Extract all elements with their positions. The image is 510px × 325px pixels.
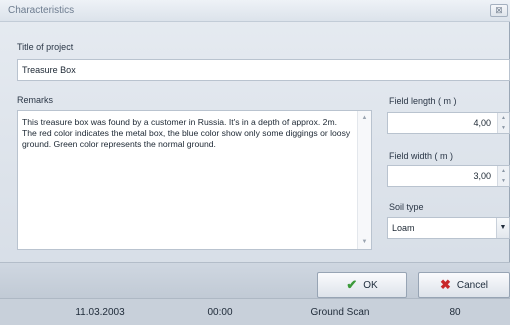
close-button[interactable]: ⊠	[490, 4, 508, 17]
soil-type-value: Loam	[392, 223, 415, 233]
field-width-label: Field width ( m )	[389, 151, 454, 161]
row-time: 00:00	[207, 307, 233, 318]
row-type: Ground Scan	[310, 307, 370, 318]
remarks-textarea[interactable]: This treasure box was found by a custome…	[17, 110, 372, 250]
soil-type-label: Soil type	[389, 202, 424, 212]
remarks-text: This treasure box was found by a custome…	[22, 117, 351, 149]
x-icon: ✖	[439, 277, 451, 292]
row-date: 11.03.2003	[75, 307, 125, 318]
remarks-scrollbar[interactable]: ▲ ▼	[357, 111, 371, 249]
field-length-label: Field length ( m )	[389, 96, 457, 106]
field-width-value: 3,00	[473, 171, 491, 181]
spin-down-icon[interactable]: ▼	[498, 176, 509, 186]
dialog-title: Characteristics	[8, 5, 75, 16]
close-icon: ⊠	[495, 5, 503, 15]
project-title-input[interactable]: Treasure Box	[17, 59, 510, 81]
remarks-label: Remarks	[17, 95, 54, 105]
field-length-value: 4,00	[473, 118, 491, 128]
cancel-label: Cancel	[456, 279, 489, 291]
dialog-button-bar: ✔ OK ✖ Cancel	[0, 262, 510, 298]
ok-button[interactable]: ✔ OK	[317, 272, 407, 298]
table-row[interactable]: 11.03.2003 00:00 Ground Scan 80	[0, 298, 510, 325]
row-value: 80	[449, 307, 461, 318]
field-length-input[interactable]: 4,00 ▲ ▼	[387, 112, 510, 134]
characteristics-dialog: Characteristics ⊠ Title of project Treas…	[0, 0, 510, 298]
scroll-up-icon[interactable]: ▲	[358, 113, 371, 123]
chevron-down-icon[interactable]: ▼	[496, 218, 509, 238]
dialog-titlebar[interactable]: Characteristics ⊠	[0, 0, 510, 22]
cancel-button[interactable]: ✖ Cancel	[418, 272, 510, 298]
spin-down-icon[interactable]: ▼	[498, 123, 509, 133]
spin-up-icon[interactable]: ▲	[498, 166, 509, 176]
ok-label: OK	[363, 279, 378, 291]
field-length-spinner[interactable]: ▲ ▼	[497, 113, 509, 133]
project-title-label: Title of project	[17, 42, 74, 52]
field-width-input[interactable]: 3,00 ▲ ▼	[387, 165, 510, 187]
soil-type-select[interactable]: Loam ▼	[387, 217, 510, 239]
field-width-spinner[interactable]: ▲ ▼	[497, 166, 509, 186]
check-icon: ✔	[346, 277, 358, 292]
spin-up-icon[interactable]: ▲	[498, 113, 509, 123]
scroll-down-icon[interactable]: ▼	[358, 237, 371, 247]
